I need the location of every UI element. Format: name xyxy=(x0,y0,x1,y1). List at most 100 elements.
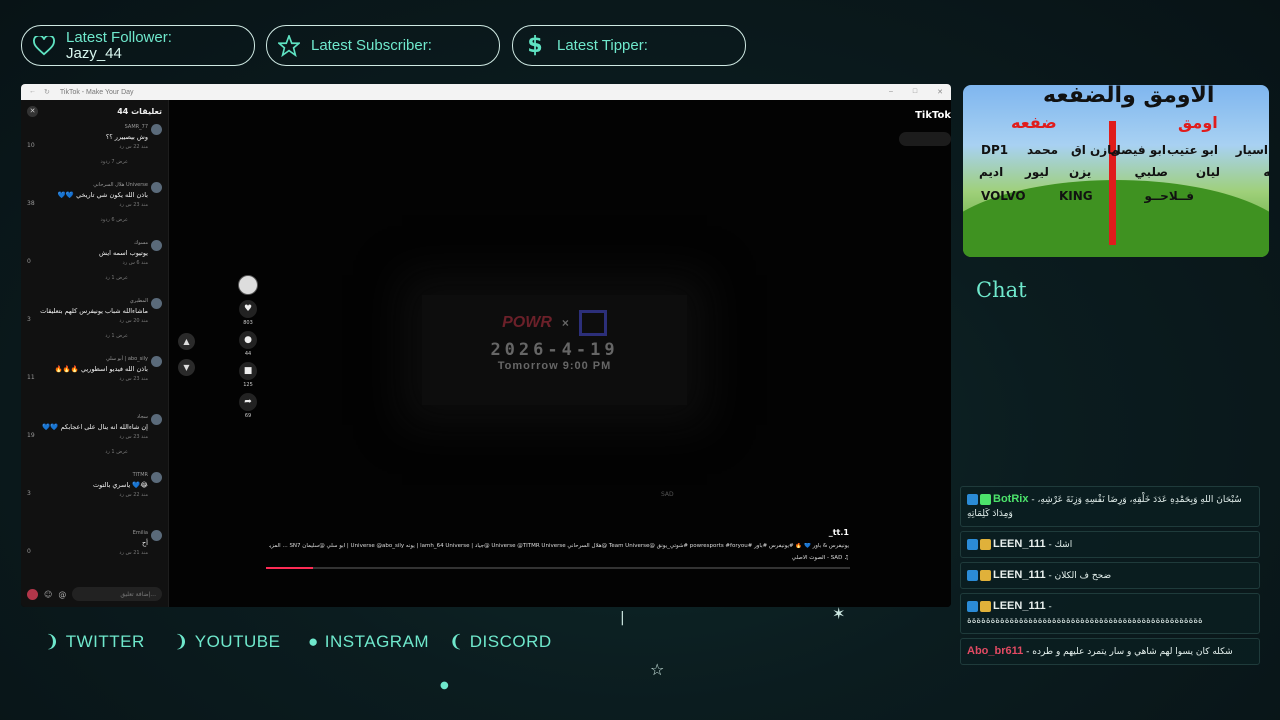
chat-username[interactable]: BotRix xyxy=(993,493,1028,505)
comment-list: SAMR_77 وش بيصييرر ؟؟ منذ 22 س رد 10 عرض… xyxy=(21,122,168,586)
video-actions: ♥ 803 ● 44 ■ 125 ➦ 69 xyxy=(237,275,259,419)
share-icon[interactable]: ➦ xyxy=(239,393,257,411)
comment-likes[interactable]: 0 xyxy=(27,258,31,265)
brand-separator: × xyxy=(561,316,569,330)
team-member-name: يزن xyxy=(1069,165,1092,179)
comment-text: ماشاءالله شباب يونيفرس كلهم بتعليقات xyxy=(40,307,148,315)
chat-box: BotRix - سُبْحَانَ اللهِ وَبِحَمْدِهِ عَ… xyxy=(960,486,1260,669)
crown-badge-icon xyxy=(980,570,991,581)
promo-time: Tomorrow 9:00 PM xyxy=(497,360,612,372)
comment-user[interactable]: TITMR xyxy=(133,472,148,478)
back-icon[interactable]: ← xyxy=(29,88,36,96)
close-comments-icon[interactable]: ✕ xyxy=(27,105,38,117)
share-count: 69 xyxy=(244,413,252,419)
window-titlebar: ← ↻ TikTok - Make Your Day – □ ✕ xyxy=(21,84,951,100)
avatar[interactable] xyxy=(151,356,162,367)
comment-user[interactable]: سجاد xyxy=(137,414,148,420)
next-video-button[interactable]: ▼ xyxy=(178,359,195,376)
comment-likes[interactable]: 38 xyxy=(27,200,35,207)
chat-username[interactable]: Abo_br611 xyxy=(967,645,1023,657)
social-youtube[interactable]: ❩ YOUTUBE xyxy=(174,632,280,652)
like-icon[interactable]: ♥ xyxy=(239,300,257,318)
comment-likes[interactable]: 3 xyxy=(27,490,31,497)
comments-panel: ✕ تعليقات 44 SAMR_77 وش بيصييرر ؟؟ منذ 2… xyxy=(21,100,169,607)
comment-meta: منذ 21 س رد xyxy=(119,550,148,556)
comment-user[interactable]: أبو سلي | abo_sily xyxy=(106,356,148,362)
video-progress-bar[interactable] xyxy=(266,567,850,569)
minimize-icon[interactable]: – xyxy=(889,88,893,96)
video-author[interactable]: tt.1_ xyxy=(269,528,849,537)
comment-count: 44 xyxy=(244,351,252,357)
comment-user[interactable]: مسوك xyxy=(134,240,148,246)
comment-likes[interactable]: 0 xyxy=(27,548,31,555)
list-item: سجاد إن شاءالله انه ينال على اعجابكم 💙💙 … xyxy=(21,412,168,470)
sad-label: SAD xyxy=(661,491,674,498)
social-discord[interactable]: ❨ DISCORD xyxy=(449,632,552,652)
author-avatar[interactable] xyxy=(238,275,258,295)
half-moon-icon: ❩ xyxy=(45,632,60,651)
avatar[interactable] xyxy=(151,298,162,309)
comment-text: باذن الله فيديو اسطوريي 🔥🔥🔥 xyxy=(54,365,148,373)
chat-text: شكله كان يسوا لهم شاهي و سار يتمرد عليهم… xyxy=(1032,647,1233,657)
view-replies-link[interactable]: عرض 1 رد xyxy=(105,275,128,281)
list-item: SAMR_77 وش بيصييرر ؟؟ منذ 22 س رد 10 عرض… xyxy=(21,122,168,180)
comment-user[interactable]: SAMR_77 xyxy=(125,124,148,130)
comments-header: تعليقات 44 xyxy=(117,106,162,116)
view-replies-link[interactable]: عرض 6 ردود xyxy=(101,217,128,223)
video-area[interactable]: ▲ ▼ ♥ 803 ● 44 ■ 125 ➦ 69 POWR × 2026-4-… xyxy=(169,100,951,607)
chat-username[interactable]: LEEN_111 xyxy=(993,600,1046,612)
social-twitter[interactable]: ❩ TWITTER xyxy=(45,632,145,652)
dot-icon: ● xyxy=(440,680,449,691)
crown-badge-icon xyxy=(980,539,991,550)
moderator-badge-icon xyxy=(967,539,978,550)
chat-username[interactable]: LEEN_111 xyxy=(993,569,1046,581)
avatar[interactable] xyxy=(151,414,162,425)
social-label: YOUTUBE xyxy=(194,632,281,651)
view-replies-link[interactable]: عرض 7 ردود xyxy=(101,159,128,165)
view-replies-link[interactable]: عرض 1 رد xyxy=(105,333,128,339)
circle-icon: ● xyxy=(308,632,319,651)
comment-icon[interactable]: ● xyxy=(239,331,257,349)
window-title: TikTok - Make Your Day xyxy=(59,88,134,96)
list-item: المطيري ماشاءالله شباب يونيفرس كلهم بتعل… xyxy=(21,296,168,354)
comment-likes[interactable]: 11 xyxy=(27,374,35,381)
emoji-icon[interactable]: ☺ xyxy=(44,590,52,599)
comment-likes[interactable]: 10 xyxy=(27,142,35,149)
avatar[interactable] xyxy=(151,530,162,541)
close-window-icon[interactable]: ✕ xyxy=(937,88,943,96)
dollar-icon: $ xyxy=(527,33,543,58)
comment-user[interactable]: Emilia xyxy=(133,530,148,536)
avatar[interactable] xyxy=(151,182,162,193)
social-instagram[interactable]: ● INSTAGRAM xyxy=(308,632,429,652)
previous-video-button[interactable]: ▲ xyxy=(178,333,195,350)
comment-likes[interactable]: 19 xyxy=(27,432,35,439)
team-member-name: ابو عتيب xyxy=(1166,143,1218,157)
tiktok-logo[interactable]: TikTok xyxy=(915,110,951,121)
avatar[interactable] xyxy=(151,124,162,135)
search-input[interactable] xyxy=(899,132,951,146)
bookmark-icon[interactable]: ■ xyxy=(239,362,257,380)
view-replies-link[interactable]: عرض 1 رد xyxy=(105,449,128,455)
comment-user[interactable]: هلال السرحاني Universe xyxy=(93,182,148,188)
promo-date: 2026-4-19 xyxy=(490,340,619,360)
chat-title: Chat xyxy=(976,278,1027,302)
comment-meta: منذ 6 س رد xyxy=(122,260,148,266)
social-label: INSTAGRAM xyxy=(324,632,430,651)
maximize-icon[interactable]: □ xyxy=(913,88,917,96)
comment-input[interactable]: إضافة تعليق... xyxy=(72,587,162,601)
team-banner: الاومق والضفعه اومق ضفعه اسيار ابو عتيب اب… xyxy=(963,85,1269,257)
avatar[interactable] xyxy=(151,240,162,251)
list-item: Emilia أح منذ 21 س رد 0 xyxy=(21,528,168,586)
mention-icon[interactable]: @ xyxy=(58,590,66,599)
chat-text: اشك xyxy=(1054,540,1073,550)
refresh-icon[interactable]: ↻ xyxy=(44,88,50,96)
comment-likes[interactable]: 3 xyxy=(27,316,31,323)
like-count: 803 xyxy=(243,320,253,326)
avatar[interactable] xyxy=(151,472,162,483)
line-icon: | xyxy=(620,610,625,626)
avatar xyxy=(27,588,38,600)
list-item: هلال السرحاني Universe باذن الله يكون شي… xyxy=(21,180,168,238)
video-sound[interactable]: ♫ SAD - الصوت الأصلي xyxy=(269,555,849,561)
chat-username[interactable]: LEEN_111 xyxy=(993,538,1046,550)
comment-user[interactable]: المطيري xyxy=(130,298,148,304)
